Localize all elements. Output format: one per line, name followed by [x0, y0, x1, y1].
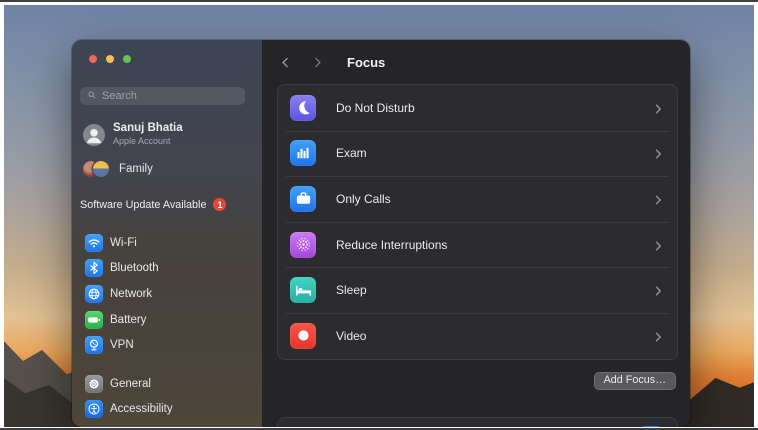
- chevron-right-icon: [652, 284, 664, 296]
- gear-icon: [85, 374, 103, 393]
- chevron-right-icon: [652, 330, 664, 342]
- minimize-button[interactable]: [106, 55, 114, 63]
- focus-row-label: Only Calls: [336, 191, 391, 206]
- add-focus-row: Add Focus…: [262, 371, 676, 390]
- add-focus-button[interactable]: Add Focus…: [593, 371, 676, 390]
- globe-icon: [85, 285, 103, 304]
- notification-badge: 1: [213, 198, 227, 212]
- record-circle-icon: [290, 322, 316, 349]
- software-update-label: Software Update Available: [80, 198, 207, 211]
- accessibility-icon: [85, 400, 103, 419]
- sidebar: Search Sanuj Bhatia Apple Account Family…: [72, 40, 262, 427]
- wifi-icon: [85, 233, 103, 252]
- zoom-button[interactable]: [123, 55, 131, 63]
- moon-icon: [290, 94, 316, 121]
- close-button[interactable]: [89, 55, 97, 63]
- sidebar-item-vpn[interactable]: VPN: [72, 332, 262, 358]
- sidebar-item-bluetooth[interactable]: Bluetooth: [72, 256, 262, 282]
- share-toggle[interactable]: [638, 425, 664, 427]
- dots-ring-icon: [290, 231, 316, 258]
- focus-row-label: Exam: [336, 146, 367, 161]
- chevron-right-icon: [652, 193, 664, 205]
- profile-name: Sanuj Bhatia: [113, 122, 183, 134]
- focus-row-label: Reduce Interruptions: [336, 237, 448, 252]
- family-label: Family: [119, 162, 153, 175]
- sidebar-item-label: Accessibility: [110, 403, 173, 416]
- focus-row-reduce-interruptions[interactable]: Reduce Interruptions: [278, 221, 677, 268]
- bluetooth-icon: [85, 259, 103, 278]
- content-pane: Focus Do Not Disturb Exam Only Calls Reduce…: [262, 40, 690, 427]
- search-icon: [87, 87, 97, 105]
- bed-icon: [290, 277, 316, 304]
- focus-row-label: Do Not Disturb: [336, 100, 415, 115]
- window-controls: [72, 40, 262, 63]
- search-input[interactable]: Search: [80, 87, 245, 105]
- avatar: [83, 123, 105, 146]
- family-avatar-2: [93, 161, 109, 178]
- sidebar-item-network[interactable]: Network: [72, 281, 262, 307]
- chevron-right-icon: [652, 102, 664, 114]
- nav-group-gap: [72, 358, 262, 371]
- search-placeholder: Search: [102, 90, 137, 102]
- battery-icon: [85, 310, 103, 329]
- system-settings-window: Search Sanuj Bhatia Apple Account Family…: [72, 40, 690, 427]
- sidebar-item-label: Bluetooth: [110, 262, 159, 275]
- focus-row-label: Sleep: [336, 283, 367, 298]
- page-title: Focus: [347, 54, 386, 70]
- chevron-right-icon: [652, 147, 664, 159]
- sidebar-item-label: VPN: [110, 339, 134, 352]
- sidebar-item-wi-fi[interactable]: Wi-Fi: [72, 230, 262, 256]
- back-button[interactable]: [279, 56, 292, 69]
- vpn-globe-icon: [85, 336, 103, 355]
- chart-bars-icon: [290, 140, 316, 167]
- family-avatars: [83, 160, 110, 178]
- focus-row-label: Video: [336, 328, 367, 343]
- focus-row-only-calls[interactable]: Only Calls: [278, 176, 677, 222]
- sidebar-item-label: Network: [110, 288, 153, 301]
- desktop-wallpaper: Search Sanuj Bhatia Apple Account Family…: [4, 5, 754, 427]
- chevron-right-icon: [652, 239, 664, 251]
- forward-button[interactable]: [311, 56, 324, 69]
- share-across-devices-row: Share across devices: [277, 416, 678, 427]
- focus-row-sleep[interactable]: Sleep: [278, 267, 677, 313]
- sidebar-item-label: Wi-Fi: [110, 236, 137, 249]
- profile-subtitle: Apple Account: [113, 135, 171, 146]
- sidebar-item-label: Battery: [110, 313, 147, 326]
- focus-row-do-not-disturb[interactable]: Do Not Disturb: [278, 85, 677, 131]
- focus-row-video[interactable]: Video: [278, 312, 677, 359]
- focus-row-exam[interactable]: Exam: [278, 130, 677, 177]
- sidebar-item-accessibility[interactable]: Accessibility: [72, 397, 262, 423]
- sidebar-item-battery[interactable]: Battery: [72, 307, 262, 333]
- focus-modes-list: Do Not Disturb Exam Only Calls Reduce Inter…: [277, 84, 678, 360]
- briefcase-icon: [290, 185, 316, 212]
- sidebar-item-general[interactable]: General: [72, 371, 262, 397]
- sidebar-nav: Wi-Fi Bluetooth Network Battery VPN General Ac…: [72, 230, 262, 422]
- share-across-devices-label: Share across devices: [294, 426, 638, 427]
- sidebar-item-software-update[interactable]: Software Update Available 1: [80, 198, 252, 212]
- frame-edge-top: [0, 0, 758, 2]
- sidebar-item-family[interactable]: Family: [83, 160, 252, 178]
- content-header: Focus: [262, 40, 690, 84]
- sidebar-item-apple-account[interactable]: Sanuj Bhatia Apple Account: [83, 122, 252, 147]
- sidebar-item-label: General: [110, 377, 151, 390]
